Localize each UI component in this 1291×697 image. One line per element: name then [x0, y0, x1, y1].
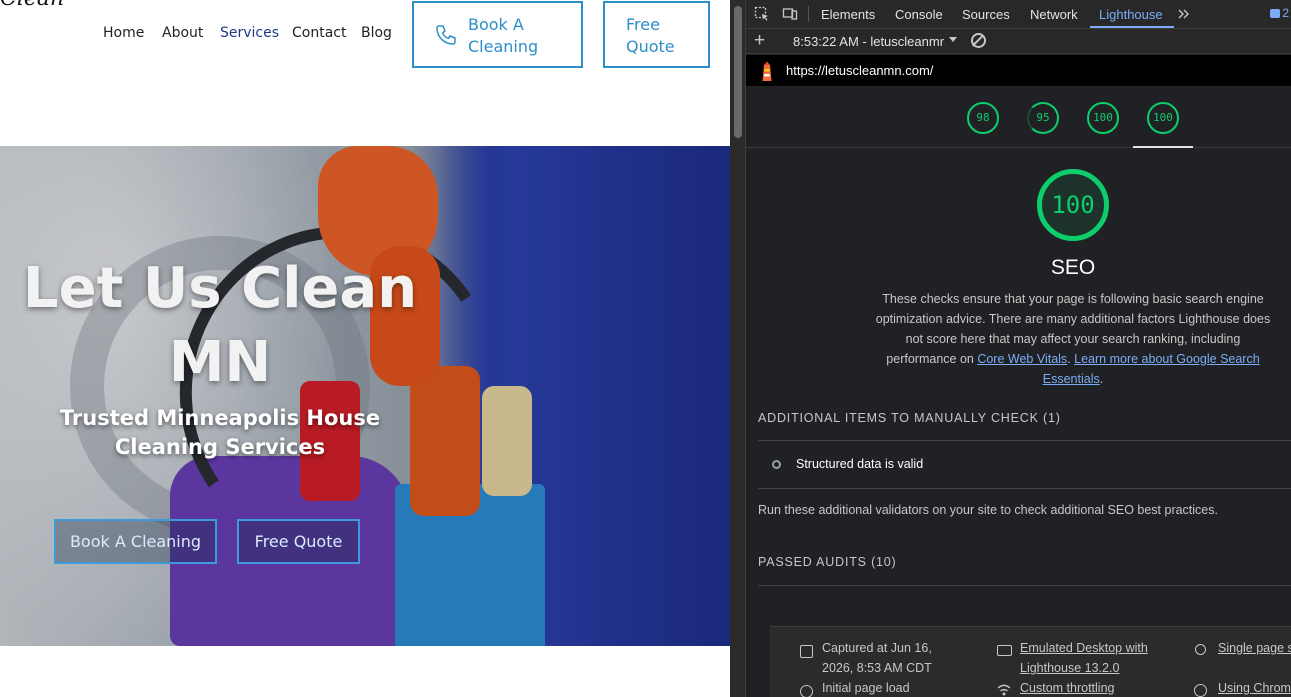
- header-book-button[interactable]: Book A Cleaning: [412, 1, 583, 68]
- phone-icon: [436, 25, 456, 45]
- issues-count: 2: [1282, 6, 1289, 20]
- calendar-icon: [800, 645, 813, 658]
- scrollbar-thumb[interactable]: [734, 6, 742, 138]
- manual-check-note: Run these additional validators on your …: [758, 503, 1218, 517]
- chevron-down-icon[interactable]: [949, 37, 957, 42]
- devtools-panel: Elements Console Sources Network Lightho…: [746, 0, 1291, 697]
- score-gauge-performance[interactable]: 98: [967, 102, 999, 134]
- report-selector[interactable]: 8:53:22 AM - letuscleanmr: [793, 34, 944, 49]
- divider: [758, 440, 1291, 441]
- nav-blog[interactable]: Blog: [361, 25, 392, 41]
- score-gauge-accessibility[interactable]: 95: [1027, 102, 1059, 134]
- nav-contact[interactable]: Contact: [292, 25, 346, 41]
- single-page-session[interactable]: Single page s: [1218, 638, 1291, 658]
- hero-banner: Let Us Clean MN Trusted Minneapolis Hous…: [0, 146, 730, 646]
- hero-book-button[interactable]: Book A Cleaning: [54, 519, 217, 564]
- lighthouse-logo-icon: [762, 61, 772, 81]
- divider: [758, 488, 1291, 489]
- report-url[interactable]: https://letuscleanmn.com/: [786, 63, 933, 78]
- clear-icon[interactable]: [971, 33, 986, 48]
- using-chrome[interactable]: Using Chrom: [1218, 678, 1291, 697]
- header-quote-button[interactable]: Free Quote: [603, 1, 710, 68]
- tab-elements[interactable]: Elements: [821, 7, 875, 22]
- nav-about[interactable]: About: [162, 25, 203, 41]
- single-page-icon: [1195, 644, 1206, 655]
- inspect-element-icon[interactable]: [754, 6, 770, 22]
- search-essentials-link[interactable]: Learn more about Google Search Essential…: [1043, 352, 1260, 386]
- header-book-label: Book A Cleaning: [468, 15, 539, 56]
- devtools-tabbar: Elements Console Sources Network Lightho…: [746, 0, 1291, 29]
- more-tabs-icon[interactable]: [1176, 6, 1192, 22]
- manual-check-header[interactable]: ADDITIONAL ITEMS TO MANUALLY CHECK (1): [758, 411, 1061, 425]
- category-title: SEO: [1050, 256, 1096, 279]
- tabbar-divider: [808, 6, 809, 22]
- emulated-desktop[interactable]: Emulated Desktop with Lighthouse 13.2.0: [1020, 638, 1170, 678]
- active-tab-indicator: [1090, 26, 1174, 28]
- audit-status-icon: [772, 460, 781, 469]
- score-gauge-best-practices[interactable]: 100: [1087, 102, 1119, 134]
- lighthouse-toolbar: + 8:53:22 AM - letuscleanmr: [746, 29, 1291, 54]
- custom-throttling[interactable]: Custom throttling: [1020, 678, 1114, 697]
- timer-icon: [800, 685, 813, 697]
- passed-audits-header[interactable]: PASSED AUDITS (10): [758, 555, 897, 569]
- page-scrollbar[interactable]: [730, 0, 746, 697]
- message-icon: [1270, 9, 1281, 18]
- report-footer: Captured at Jun 16, 2026, 8:53 AM CDT In…: [770, 626, 1291, 697]
- nav-services[interactable]: Services: [220, 25, 279, 41]
- new-report-icon[interactable]: +: [754, 30, 765, 52]
- chrome-icon: [1194, 684, 1207, 697]
- report-url-bar: https://letuscleanmn.com/: [746, 55, 1291, 86]
- score-gauges: 98 95 100 100: [746, 86, 1291, 148]
- tab-console[interactable]: Console: [895, 7, 943, 22]
- selected-gauge-indicator: [1133, 146, 1193, 148]
- hero-subtitle: Trusted Minneapolis House Cleaning Servi…: [59, 406, 381, 459]
- issues-badge[interactable]: 2: [1270, 6, 1289, 20]
- hero-quote-button[interactable]: Free Quote: [237, 519, 360, 564]
- header-quote-label: Free Quote: [626, 15, 675, 56]
- website-viewport: Clean Home About Services Contact Blog B…: [0, 0, 730, 697]
- tab-sources[interactable]: Sources: [962, 7, 1010, 22]
- category-description: These checks ensure that your page is fo…: [874, 289, 1272, 389]
- tab-lighthouse[interactable]: Lighthouse: [1099, 7, 1163, 22]
- device-toolbar-icon[interactable]: [782, 6, 798, 22]
- audit-structured-data[interactable]: Structured data is valid: [796, 457, 923, 471]
- seo-score-gauge: 100: [1037, 169, 1109, 241]
- description-end: .: [1099, 372, 1104, 386]
- divider: [758, 585, 1291, 586]
- tab-network[interactable]: Network: [1030, 7, 1078, 22]
- captured-time: Captured at Jun 16, 2026, 8:53 AM CDT: [822, 641, 932, 675]
- nav-home[interactable]: Home: [103, 25, 144, 41]
- score-gauge-seo[interactable]: 100: [1147, 102, 1179, 134]
- site-logo[interactable]: Clean: [0, 0, 64, 11]
- hero-title: Let Us Clean MN: [22, 256, 418, 395]
- initial-page-load: Initial page load: [822, 681, 910, 695]
- core-web-vitals-link[interactable]: Core Web Vitals: [977, 352, 1067, 366]
- wifi-icon: [997, 684, 1011, 696]
- desktop-icon: [997, 645, 1012, 656]
